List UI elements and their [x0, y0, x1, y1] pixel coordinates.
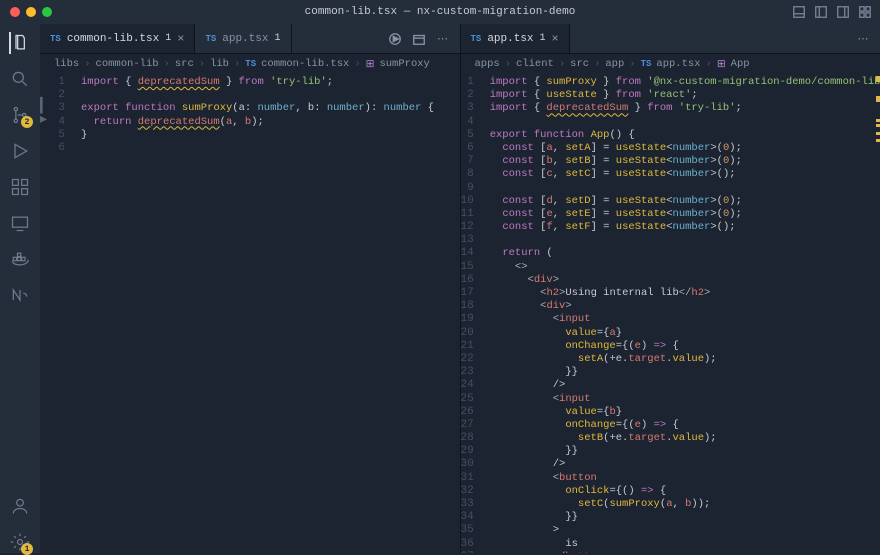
docker-icon[interactable] [9, 248, 31, 270]
tab-label: common-lib.tsx [67, 33, 159, 45]
settings-icon[interactable]: 1 [9, 531, 31, 553]
scm-icon[interactable]: 2 [9, 104, 31, 126]
run-icon[interactable] [388, 32, 402, 46]
window-title: common-lib.tsx — nx-custom-migration-dem… [0, 6, 880, 18]
tab-app-left[interactable]: TS app.tsx 1 [195, 24, 291, 53]
close-icon[interactable]: × [177, 32, 184, 46]
toggle-secondary-icon[interactable] [836, 5, 850, 19]
scm-badge: 2 [21, 116, 33, 128]
ts-icon: TS [471, 34, 482, 44]
ts-icon: TS [641, 59, 652, 69]
crumb[interactable]: apps [475, 58, 500, 70]
activity-bar: 2 1 [0, 24, 40, 553]
editor-pane-left: TS common-lib.tsx 1 × TS app.tsx 1 ⋯ lib… [40, 24, 460, 553]
modified-indicator: 1 [540, 33, 546, 44]
crumb[interactable]: sumProxy [379, 58, 429, 70]
crumb[interactable]: app.tsx [656, 58, 700, 70]
tab-common-lib[interactable]: TS common-lib.tsx 1 × [40, 24, 195, 53]
customize-layout-icon[interactable] [858, 5, 872, 19]
ts-icon: TS [205, 34, 216, 44]
tab-label: app.tsx [222, 33, 268, 45]
code-area-left[interactable]: import { deprecatedSum } from 'try-lib';… [75, 74, 460, 553]
overview-ruler [876, 74, 880, 553]
layout-controls [792, 5, 872, 19]
code-area-right[interactable]: import { sumProxy } from '@nx-custom-mig… [484, 74, 880, 553]
editor-left[interactable]: 123456 import { deprecatedSum } from 'tr… [40, 74, 460, 553]
remote-icon[interactable] [9, 212, 31, 234]
tab-actions-right: ⋯ [846, 24, 880, 53]
more-icon[interactable]: ⋯ [856, 32, 870, 46]
symbol-icon: ⊞ [717, 58, 726, 71]
tab-label: app.tsx [487, 33, 533, 45]
editor-pane-right: TS app.tsx 1 × ⋯ apps› client› src› app›… [460, 24, 880, 553]
titlebar: common-lib.tsx — nx-custom-migration-dem… [0, 0, 880, 24]
tab-actions-left: ⋯ [378, 24, 460, 53]
debug-icon[interactable] [9, 140, 31, 162]
crumb[interactable]: src [175, 58, 194, 70]
tab-bar-right: TS app.tsx 1 × ⋯ [461, 24, 880, 54]
main-layout: 2 1 TS common-lib.tsx 1 × TS app.tsx 1 [0, 24, 880, 553]
tab-app-right[interactable]: TS app.tsx 1 × [461, 24, 570, 53]
crumb[interactable]: common-lib.tsx [261, 58, 349, 70]
settings-badge: 1 [21, 543, 33, 555]
editor-right[interactable]: 1234567891011121314151617181920212223242… [461, 74, 880, 553]
crumb[interactable]: App [731, 58, 750, 70]
ts-icon: TS [245, 59, 256, 69]
extensions-icon[interactable] [9, 176, 31, 198]
search-icon[interactable] [9, 68, 31, 90]
crumb[interactable]: lib [210, 58, 229, 70]
close-icon[interactable]: × [552, 32, 559, 46]
history-icon[interactable] [412, 32, 426, 46]
toggle-sidebar-icon[interactable] [814, 5, 828, 19]
ts-icon: TS [50, 34, 61, 44]
symbol-icon: ⊞ [366, 58, 375, 71]
gutter-left: 123456 [40, 74, 75, 553]
crumb[interactable]: app [605, 58, 624, 70]
diff-indicator: ▎▸ [40, 101, 51, 127]
modified-indicator: 1 [274, 33, 280, 44]
tab-bar-left: TS common-lib.tsx 1 × TS app.tsx 1 ⋯ [40, 24, 460, 54]
breadcrumb-right[interactable]: apps› client› src› app› TSapp.tsx› ⊞App [461, 54, 880, 74]
gutter-right: 1234567891011121314151617181920212223242… [461, 74, 484, 553]
explorer-icon[interactable] [9, 32, 31, 54]
crumb[interactable]: src [570, 58, 589, 70]
crumb[interactable]: libs [54, 58, 79, 70]
modified-indicator: 1 [165, 33, 171, 44]
toggle-panel-icon[interactable] [792, 5, 806, 19]
crumb[interactable]: common-lib [96, 58, 159, 70]
more-icon[interactable]: ⋯ [436, 32, 450, 46]
breadcrumb-left[interactable]: libs› common-lib› src› lib› TScommon-lib… [40, 54, 460, 74]
nx-icon[interactable] [9, 284, 31, 306]
account-icon[interactable] [9, 495, 31, 517]
crumb[interactable]: client [516, 58, 554, 70]
editor-groups: TS common-lib.tsx 1 × TS app.tsx 1 ⋯ lib… [40, 24, 880, 553]
